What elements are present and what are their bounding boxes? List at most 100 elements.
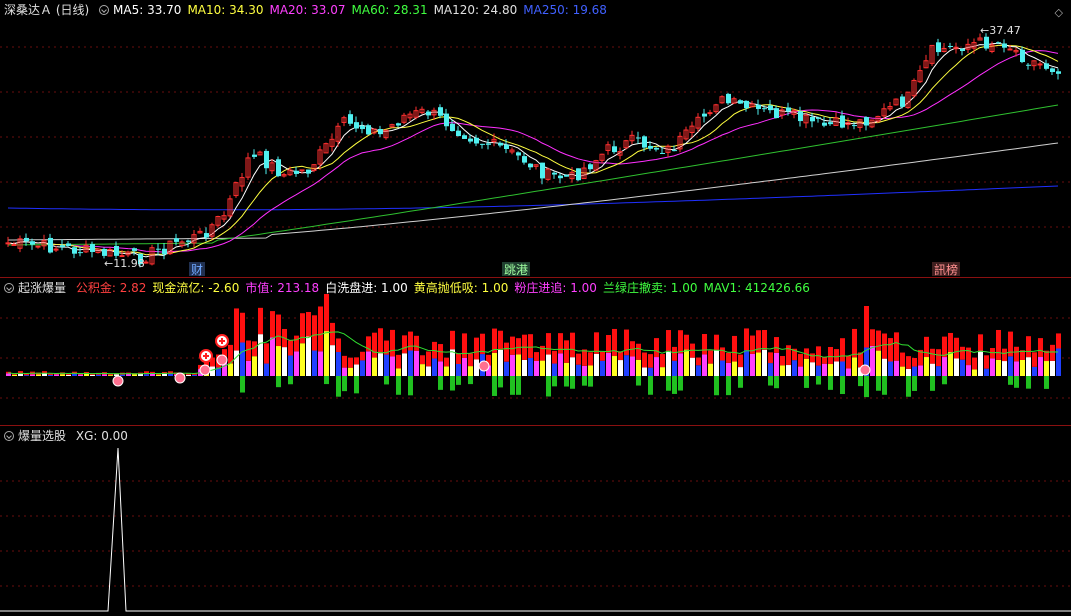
volume-bar [780, 356, 785, 366]
candle-body [102, 248, 107, 256]
volume-bar [636, 343, 641, 360]
candle-body [1037, 63, 1043, 66]
volume-bar [708, 363, 713, 376]
volume-bar [588, 352, 593, 366]
volume-bar [744, 350, 749, 376]
volume-header: 起涨爆量 公积金: 2.82 现金流亿: -2.60 市值: 213.18 白洗盘进:… [0, 278, 822, 298]
candle-body [354, 122, 359, 129]
volume-bar [648, 354, 653, 368]
volume-bar [912, 357, 917, 367]
volume-bar [834, 349, 839, 362]
candle-body [960, 48, 965, 52]
volume-bar [828, 346, 833, 365]
sell-bar [240, 376, 245, 393]
buy-signal-icon [174, 372, 186, 384]
candle-body [852, 125, 857, 127]
sell-bar [906, 376, 911, 397]
volume-bar [660, 367, 665, 376]
sell-bar [864, 376, 869, 398]
volume-bar [360, 360, 365, 376]
volume-bar [984, 355, 989, 369]
signal-chart[interactable] [0, 426, 1071, 616]
volume-bar [702, 354, 707, 376]
signal-panel[interactable]: 爆量选股 XG: 0.00 [0, 426, 1071, 616]
candle-body [204, 233, 209, 238]
volume-bar [372, 332, 377, 358]
volume-bar [996, 359, 1001, 376]
volume-bar [396, 368, 401, 376]
indicator-value: MA250: 19.68 [523, 3, 607, 17]
sell-bar [450, 376, 455, 391]
candle-body [35, 245, 41, 248]
indicator-value: 白洗盘进: 1.00 [325, 281, 408, 295]
volume-bar [462, 333, 467, 358]
sell-bar [726, 376, 731, 396]
candle-body [672, 150, 677, 152]
volume-bar [516, 354, 521, 376]
volume-bar [474, 359, 479, 376]
buy-signal-icon [199, 364, 211, 376]
candle-body [948, 45, 953, 47]
volume-bar [690, 357, 695, 376]
volume-bar [714, 334, 719, 351]
volume-bar [1008, 356, 1013, 376]
volume-bar [594, 353, 599, 376]
candlestick-chart[interactable]: ←37.47 ←11.98 财 跳港 訊榜 [0, 0, 1071, 277]
event-marker: 财 [191, 263, 203, 277]
volume-bar [234, 350, 239, 376]
volume-bar [666, 330, 671, 351]
volume-bar [696, 365, 701, 376]
volume-bar [852, 328, 857, 358]
volume-bar [750, 353, 755, 376]
volume-bar [924, 357, 929, 376]
candle-body [66, 243, 71, 246]
volume-bar [96, 374, 101, 376]
sell-bar [714, 376, 719, 396]
candle-body [768, 105, 773, 111]
volume-bar [456, 353, 461, 365]
volume-bar [726, 352, 731, 363]
volume-bar [738, 354, 743, 368]
dropdown-icon[interactable] [99, 5, 110, 15]
sell-bar [570, 376, 575, 389]
volume-bar [108, 375, 113, 376]
volume-bar [996, 329, 1001, 360]
dropdown-icon[interactable] [4, 283, 14, 293]
volume-bar [240, 342, 245, 376]
candle-body [552, 172, 557, 175]
indicator-value: XG: 0.00 [75, 429, 128, 443]
candle-body [660, 152, 665, 154]
sell-bar [804, 376, 809, 388]
volume-bar [1038, 357, 1043, 376]
main-chart-panel[interactable]: ←37.47 ←11.98 财跳港 訊榜 深桑达Ａ (日线) MA5: 33.70 MA… [0, 0, 1071, 277]
volume-bar [1038, 338, 1043, 358]
volume-bar [414, 335, 419, 351]
candle-body [828, 122, 833, 125]
indicator-value: MA120: 24.80 [433, 3, 518, 17]
volume-bar [60, 374, 65, 376]
volume-bar [366, 351, 371, 376]
xg-signal-line [0, 447, 1071, 612]
volume-bar [780, 365, 785, 376]
volume-bar [288, 340, 293, 356]
volume-bar [468, 366, 473, 376]
volume-bar [246, 360, 251, 376]
volume-bar [870, 345, 875, 376]
indicator-value: MA20: 33.07 [269, 3, 346, 17]
volume-panel[interactable]: 起涨爆量 公积金: 2.82 现金流亿: -2.60 市值: 213.18 白洗盘进:… [0, 278, 1071, 425]
volume-bar [798, 366, 803, 376]
volume-bar [24, 375, 29, 376]
volume-bar [30, 374, 35, 376]
dropdown-icon[interactable] [4, 431, 14, 441]
volume-bar [132, 374, 137, 376]
volume-bar [276, 346, 281, 376]
volume-chart[interactable] [0, 278, 1071, 425]
volume-bar [516, 338, 521, 355]
volume-bar [576, 353, 581, 365]
panel-toggle-icon[interactable]: ◇ [1055, 6, 1063, 19]
volume-bar [258, 307, 263, 335]
candle-body [498, 142, 503, 146]
candle-body [276, 159, 281, 177]
candle-body [786, 107, 791, 112]
volume-bar [282, 347, 287, 376]
